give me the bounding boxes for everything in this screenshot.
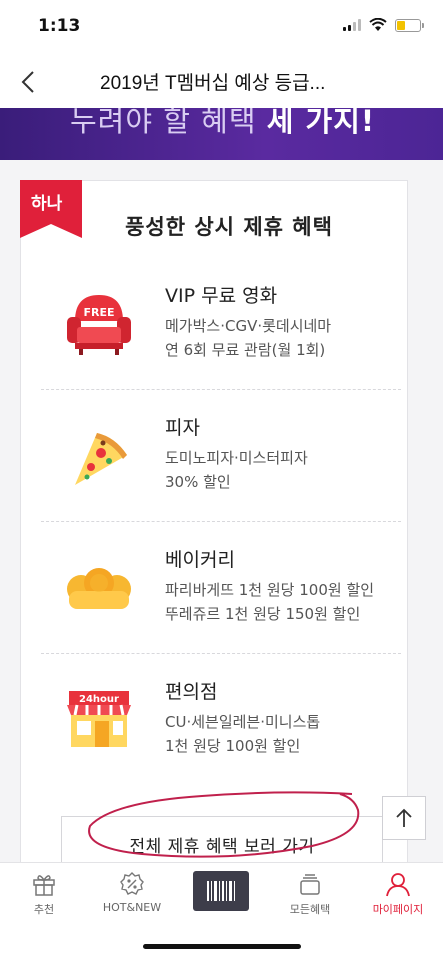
benefit-title: VIP 무료 영화 [165, 285, 278, 307]
battery-icon [395, 18, 424, 32]
benefit-detail: CU·세븐일레븐·미니스톱 [165, 713, 321, 731]
benefit-item-movie: FREE VIP 무료 영화 메가박스·CGV·롯데시네마 연 6회 무료 관람… [41, 259, 401, 391]
benefit-title: 베이커리 [165, 549, 235, 571]
benefit-item-bakery: 베이커리 파리바게뜨 1천 원당 100원 할인 뚜레쥬르 1천 원당 150원… [41, 523, 401, 655]
banner-text-bold: 세 가지! [266, 108, 376, 138]
benefit-detail: 파리바게뜨 1천 원당 100원 할인 [165, 581, 375, 599]
tab-recommend[interactable]: 추천 [0, 863, 88, 925]
benefit-detail: 연 6회 무료 관람(월 1회) [165, 341, 326, 359]
tab-hot-and-new[interactable]: HOT&NEW [88, 863, 176, 925]
gift-icon [33, 875, 55, 896]
nav-bar: 2019년 T멤버십 예상 등급... [0, 56, 443, 108]
banner-text: 누려야 할 혜택 세 가지! [70, 108, 375, 140]
chevron-left-icon [21, 71, 34, 93]
layers-icon [300, 874, 320, 895]
benefit-card: 하나 풍성한 상시 제휴 혜택 FREE VIP 무료 영화 메가박스·CGV·… [20, 180, 408, 862]
benefit-detail: 도미노피자·미스터피자 [165, 449, 308, 467]
barcode-button[interactable] [193, 871, 249, 911]
tab-all-benefits[interactable]: 모든혜택 [266, 863, 354, 925]
tab-label: 추천 [33, 903, 55, 916]
promo-banner: 누려야 할 혜택 세 가지! [0, 108, 443, 160]
benefit-detail: 30% 할인 [165, 473, 231, 491]
benefit-item-pizza: 피자 도미노피자·미스터피자 30% 할인 [41, 391, 401, 523]
home-indicator[interactable] [143, 944, 301, 949]
bread-icon [67, 568, 131, 609]
divider [41, 389, 401, 390]
free-label: FREE [83, 306, 114, 319]
arrow-up-icon [396, 808, 412, 827]
banner-text-prefix: 누려야 할 혜택 [70, 108, 267, 138]
wifi-icon [369, 18, 387, 31]
status-bar: 1:13 [0, 0, 443, 56]
barcode-icon [207, 881, 235, 901]
person-icon [386, 873, 410, 897]
divider [41, 521, 401, 522]
page-title: 2019년 T멤버십 예상 등급... [100, 73, 326, 94]
benefit-detail: 1천 원당 100원 할인 [165, 737, 301, 755]
back-button[interactable] [10, 64, 46, 100]
benefit-detail: 메가박스·CGV·롯데시네마 [165, 317, 332, 335]
scroll-to-top-button[interactable] [382, 796, 426, 840]
pizza-slice-icon [75, 433, 127, 485]
tab-label: HOT&NEW [102, 901, 162, 914]
divider [41, 653, 401, 654]
bottom-tab-bar: 추천 HOT&NEW 모든혜택 마이페이지 [0, 862, 443, 924]
benefit-item-convenience-store: 24hour 편의점 CU·세븐일레븐·미니스톱 1천 원당 100원 할인 [41, 655, 401, 787]
status-icons [343, 18, 424, 32]
tab-my-page[interactable]: 마이페이지 [354, 863, 442, 925]
store-sign-label: 24hour [79, 694, 119, 705]
section-title: 풍성한 상시 제휴 혜택 [125, 215, 333, 239]
cellular-signal-icon [343, 19, 361, 31]
benefit-detail: 뚜레쥬르 1천 원당 150원 할인 [165, 605, 361, 623]
benefit-title: 피자 [165, 417, 200, 439]
home-indicator-area [0, 924, 443, 960]
discount-badge-icon [120, 872, 144, 895]
content-area[interactable]: 하나 풍성한 상시 제휴 혜택 FREE VIP 무료 영화 메가박스·CGV·… [0, 160, 443, 862]
tab-label: 모든혜택 [289, 903, 331, 916]
benefit-title: 편의점 [165, 681, 218, 703]
status-time: 1:13 [38, 16, 81, 36]
view-all-benefits-button[interactable]: 전체 제휴 혜택 보러 가기 [61, 816, 383, 862]
tab-label: 마이페이지 [372, 903, 424, 916]
convenience-store-icon: 24hour [67, 691, 131, 747]
armchair-free-icon: FREE [67, 295, 131, 355]
